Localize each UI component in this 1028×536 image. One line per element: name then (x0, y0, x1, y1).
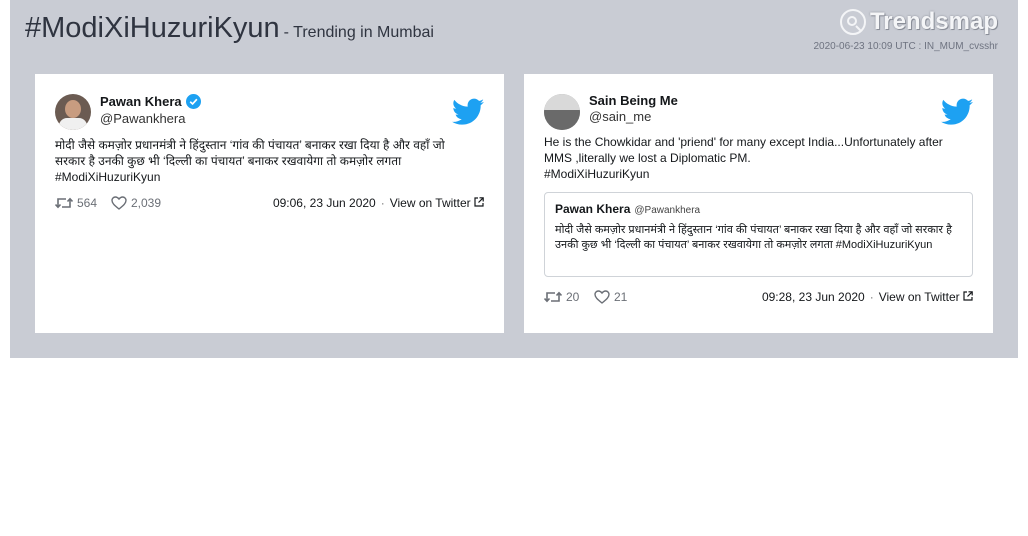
verified-badge-icon (185, 94, 201, 109)
tweet-meta: 09:06, 23 Jun 2020 · View on Twitter (273, 196, 484, 210)
page-title: #ModiXiHuzuriKyun - Trending in Mumbai (25, 12, 434, 45)
avatar-ground (544, 110, 580, 130)
heart-icon (111, 196, 127, 210)
quoted-author: Pawan Khera @Pawankhera (555, 202, 700, 216)
quoted-author-name: Pawan Khera (555, 202, 631, 216)
separator-dot: · (380, 196, 385, 210)
quoted-author-handle: @Pawankhera (634, 205, 701, 216)
tweet-timestamp[interactable]: 09:06, 23 Jun 2020 (273, 196, 376, 210)
heart-icon (594, 290, 610, 304)
retweet-stat[interactable]: 564 (55, 196, 97, 210)
retweet-stat[interactable]: 20 (544, 290, 579, 304)
tweet-footer: 20 21 09:28, 23 Jun 2020 · View on Twitter (544, 290, 973, 306)
author-name-text: Pawan Khera (100, 94, 182, 109)
trendsmap-logo-text: Trendsmap (869, 8, 998, 35)
trend-panel: #ModiXiHuzuriKyun - Trending in Mumbai Tr… (10, 0, 1018, 358)
twitter-bird-icon[interactable] (452, 98, 484, 126)
view-on-twitter-label: View on Twitter (878, 290, 960, 304)
tweet-meta: 09:28, 23 Jun 2020 · View on Twitter (762, 290, 973, 304)
avatar[interactable] (55, 94, 91, 130)
like-stat[interactable]: 2,039 (111, 196, 161, 210)
twitter-bird-icon[interactable] (941, 98, 973, 126)
separator-dot: · (869, 290, 874, 304)
tweet-body: मोदी जैसे कमज़ोर प्रधानमंत्री ने हिंदुस्… (55, 138, 445, 168)
like-stat[interactable]: 21 (594, 290, 627, 304)
tweet-author-handle[interactable]: @sain_me (589, 109, 651, 124)
tweet-text: He is the Chowkidar and 'priend' for man… (544, 134, 954, 182)
page-background (0, 358, 1028, 536)
quoted-tweet[interactable]: Pawan Khera @Pawankhera मोदी जैसे कमज़ोर … (544, 192, 973, 277)
avatar-face (65, 100, 81, 118)
retweet-icon (55, 197, 73, 209)
tweet-footer: 564 2,039 09:06, 23 Jun 2020 · View on Twi… (55, 196, 484, 212)
avatar-shirt (59, 118, 87, 130)
tweet-body: He is the Chowkidar and 'priend' for man… (544, 135, 943, 165)
like-count: 2,039 (131, 196, 162, 210)
tweet-author-name[interactable]: Pawan Khera (100, 94, 201, 109)
view-on-twitter-link[interactable]: View on Twitter (879, 290, 973, 304)
external-link-icon (474, 197, 484, 207)
trend-location-subtitle: - Trending in Mumbai (283, 24, 434, 41)
quoted-tweet-hashtag[interactable]: #ModiXiHuzuriKyun (836, 239, 933, 251)
avatar-sky (544, 94, 580, 110)
view-on-twitter-label: View on Twitter (389, 196, 471, 210)
like-count: 21 (614, 290, 628, 304)
tweet-timestamp[interactable]: 09:28, 23 Jun 2020 (762, 290, 865, 304)
tweet-text: मोदी जैसे कमज़ोर प्रधानमंत्री ने हिंदुस्… (55, 137, 465, 185)
external-link-icon (963, 291, 973, 301)
tweet-hashtag-link[interactable]: #ModiXiHuzuriKyun (544, 167, 649, 181)
retweet-icon (544, 291, 562, 303)
tweet-card: Pawan Khera @Pawankhera मोदी जैसे कमज़ोर… (35, 74, 504, 333)
tweet-author-handle[interactable]: @Pawankhera (100, 111, 185, 126)
avatar[interactable] (544, 94, 580, 130)
tweet-author-name[interactable]: Sain Being Me (589, 93, 678, 108)
hashtag-title[interactable]: #ModiXiHuzuriKyun (25, 12, 280, 44)
tweet-hashtag-link[interactable]: #ModiXiHuzuriKyun (55, 170, 160, 184)
quoted-tweet-text: मोदी जैसे कमज़ोर प्रधानमंत्री ने हिंदुस्… (555, 223, 960, 253)
trendsmap-logo-icon (839, 9, 866, 35)
retweet-count: 564 (77, 196, 98, 210)
retweet-count: 20 (566, 290, 580, 304)
view-on-twitter-link[interactable]: View on Twitter (390, 196, 484, 210)
trendsmap-logo[interactable]: Trendsmap (839, 6, 998, 38)
author-name-text: Sain Being Me (589, 93, 678, 108)
timestamp-label: 2020-06-23 10:09 UTC : IN_MUM_cvsshr (813, 41, 998, 52)
tweet-card: Sain Being Me @sain_me He is the Chowkid… (524, 74, 993, 333)
